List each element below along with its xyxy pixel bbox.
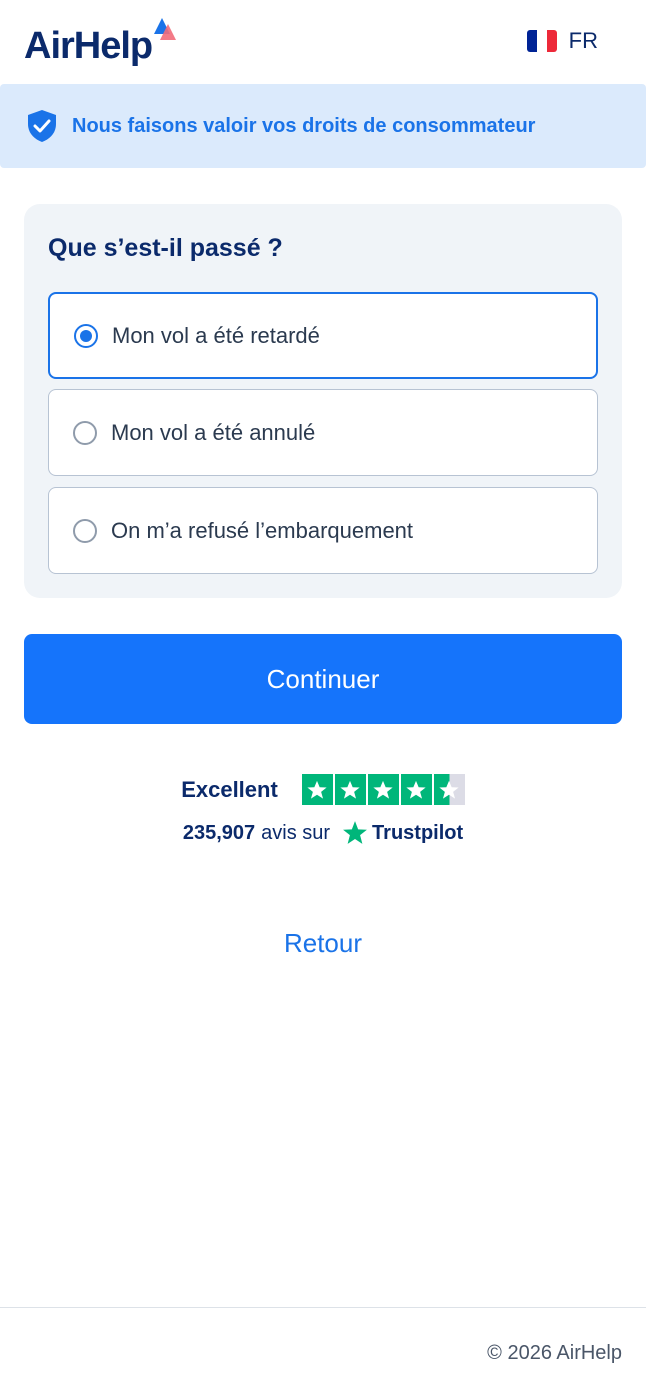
star-icon — [400, 774, 432, 805]
shield-check-icon — [28, 110, 56, 142]
rating-label: Excellent — [181, 776, 278, 802]
consumer-rights-banner: Nous faisons valoir vos droits de consom… — [0, 84, 646, 168]
radio-icon[interactable] — [73, 518, 97, 543]
review-count: 235,907 — [182, 821, 256, 844]
half-star-icon — [433, 774, 465, 805]
option-cancelled[interactable]: Mon vol a été annulé — [48, 389, 598, 476]
option-label: Mon vol a été annulé — [111, 419, 316, 445]
continue-button[interactable]: Continuer — [24, 634, 622, 724]
header: AirHelp FR — [0, 0, 646, 84]
page: AirHelp FR Nous faisons valoir vos droit… — [0, 0, 646, 1400]
reviews-text: avis sur — [261, 821, 331, 844]
rating-stars — [301, 774, 465, 805]
trustpilot-star-icon — [343, 821, 367, 844]
star-icon — [334, 774, 366, 805]
disruption-question-card: Que s’est-il passé ? Mon vol a été retar… — [24, 204, 622, 598]
option-denied-boarding[interactable]: On m’a refusé l’embarquement — [48, 487, 598, 574]
question-title: Que s’est-il passé ? — [48, 234, 283, 262]
radio-selected-icon[interactable] — [74, 323, 98, 348]
logo-mark-icon — [154, 18, 176, 40]
trustpilot-rating[interactable]: Excellent — [0, 774, 646, 805]
banner-text: Nous faisons valoir vos droits de consom… — [72, 114, 536, 137]
footer-divider — [0, 1307, 646, 1308]
language-label: FR — [568, 28, 598, 53]
back-link[interactable]: Retour — [0, 928, 646, 959]
option-delayed[interactable]: Mon vol a été retardé — [48, 292, 598, 379]
option-label: Mon vol a été retardé — [112, 322, 320, 348]
star-icon — [367, 774, 399, 805]
radio-icon[interactable] — [73, 420, 97, 445]
star-icon — [301, 774, 333, 805]
option-label: On m’a refusé l’embarquement — [111, 517, 414, 543]
france-flag-icon — [526, 30, 557, 52]
footer-copyright: © 2026 AirHelp — [487, 1342, 622, 1364]
airhelp-logo[interactable]: AirHelp — [24, 26, 153, 66]
trustpilot-brand: Trustpilot — [372, 821, 464, 844]
language-selector[interactable]: FR — [526, 27, 598, 55]
trustpilot-reviews[interactable]: 235,907 avis sur Trustpilot — [0, 820, 646, 846]
